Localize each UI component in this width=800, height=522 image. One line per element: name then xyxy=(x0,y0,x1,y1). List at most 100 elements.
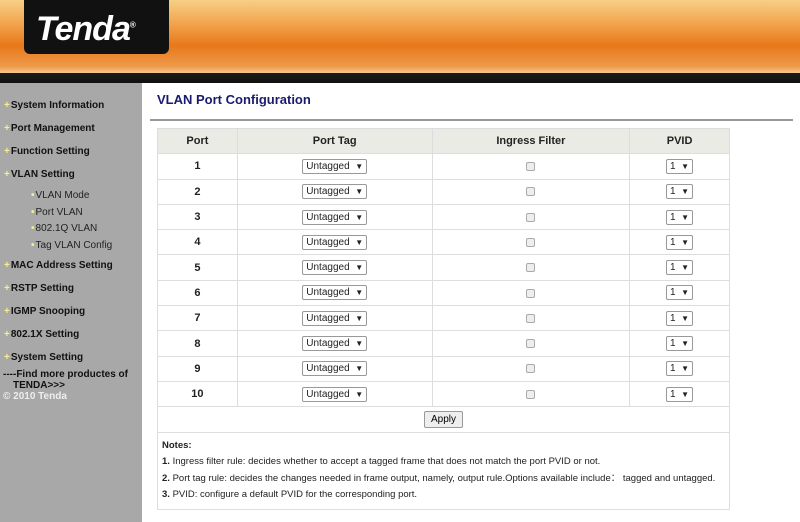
header-banner: Tenda® xyxy=(0,0,800,83)
sidebar-item-label: RSTP Setting xyxy=(10,283,74,294)
pvid-select[interactable]: 1 ▼ xyxy=(666,285,694,301)
page-title: VLAN Port Configuration xyxy=(157,92,311,107)
sidebar-item-label: IGMP Snooping xyxy=(10,306,86,317)
port-tag-select[interactable]: Untagged ▼ xyxy=(302,336,368,352)
sidebar-item-label: MAC Address Setting xyxy=(10,260,113,271)
pvid-select[interactable]: 1 ▼ xyxy=(666,310,694,326)
table-row: 5 Untagged ▼ 1 ▼ xyxy=(157,254,730,281)
sidebar-item[interactable]: •VLAN Mode xyxy=(31,190,89,201)
port-tag-select[interactable]: Untagged ▼ xyxy=(302,234,368,250)
sidebar-item[interactable]: +RSTP Setting xyxy=(4,283,74,294)
pvid-value: 1 xyxy=(670,363,676,375)
sidebar-item[interactable]: +System Information xyxy=(4,100,104,111)
port-number: 1 xyxy=(157,153,238,180)
pvid-select[interactable]: 1 ▼ xyxy=(666,336,694,352)
port-tag-value: Untagged xyxy=(306,236,350,248)
port-tag-select[interactable]: Untagged ▼ xyxy=(302,158,368,174)
sidebar-item-label: Function Setting xyxy=(10,146,90,157)
pvid-value: 1 xyxy=(670,186,676,198)
find-more-link[interactable]: ----Find more productes of TENDA>>> xyxy=(3,369,128,391)
sidebar-item[interactable]: •802.1Q VLAN xyxy=(31,223,97,234)
sidebar-item[interactable]: +IGMP Snooping xyxy=(4,306,85,317)
sidebar-item-label: VLAN Setting xyxy=(10,169,75,180)
notes-title: Notes: xyxy=(162,439,192,451)
table-row: 1 Untagged ▼ 1 ▼ xyxy=(157,153,730,180)
bullet-icon: • xyxy=(31,190,35,201)
note-number: 2. xyxy=(162,472,170,484)
pvid-select[interactable]: 1 ▼ xyxy=(666,386,694,402)
dropdown-arrow-icon: ▼ xyxy=(681,187,690,197)
port-tag-select[interactable]: Untagged ▼ xyxy=(302,184,368,200)
pvid-select[interactable]: 1 ▼ xyxy=(666,234,694,250)
pvid-select[interactable]: 1 ▼ xyxy=(666,209,694,225)
dropdown-arrow-icon: ▼ xyxy=(681,237,690,247)
ingress-filter-checkbox[interactable] xyxy=(526,389,536,399)
table-row: 2 Untagged ▼ 1 ▼ xyxy=(157,178,730,205)
port-tag-value: Untagged xyxy=(306,388,350,400)
ingress-filter-checkbox[interactable] xyxy=(526,288,536,298)
pvid-select[interactable]: 1 ▼ xyxy=(666,260,694,276)
port-tag-value: Untagged xyxy=(306,363,350,375)
sidebar-item[interactable]: +Function Setting xyxy=(4,146,90,157)
sidebar-item-label: VLAN Mode xyxy=(35,190,90,201)
pvid-value: 1 xyxy=(670,262,676,274)
ingress-filter-checkbox[interactable] xyxy=(526,162,536,172)
pvid-value: 1 xyxy=(670,338,676,350)
apply-button[interactable]: Apply xyxy=(423,410,463,428)
bullet-icon: + xyxy=(4,283,10,294)
note-text: PVID: configure a default PVID for the c… xyxy=(169,489,418,501)
table-row: 4 Untagged ▼ 1 ▼ xyxy=(157,229,730,256)
table-row: 8 Untagged ▼ 1 ▼ xyxy=(157,330,730,357)
port-tag-value: Untagged xyxy=(306,262,350,274)
ingress-filter-checkbox[interactable] xyxy=(526,187,536,197)
dropdown-arrow-icon: ▼ xyxy=(681,389,690,399)
notes-section: Notes: 1. Ingress filter rule: decides wh… xyxy=(157,431,730,510)
port-tag-select[interactable]: Untagged ▼ xyxy=(302,209,368,225)
sidebar-item[interactable]: +VLAN Setting xyxy=(4,169,75,180)
port-tag-value: Untagged xyxy=(306,160,350,172)
sidebar-item[interactable]: •Port VLAN xyxy=(31,207,83,218)
port-number: 10 xyxy=(157,380,238,408)
port-number: 7 xyxy=(157,305,238,332)
sidebar-item[interactable]: +MAC Address Setting xyxy=(4,260,113,271)
pvid-select[interactable]: 1 ▼ xyxy=(666,361,694,377)
port-tag-select[interactable]: Untagged ▼ xyxy=(302,260,368,276)
bullet-icon: • xyxy=(31,207,35,218)
port-tag-select[interactable]: Untagged ▼ xyxy=(302,285,368,301)
port-tag-select[interactable]: Untagged ▼ xyxy=(302,386,368,402)
ingress-filter-checkbox[interactable] xyxy=(526,364,536,374)
port-number: 4 xyxy=(157,229,238,256)
ingress-filter-checkbox[interactable] xyxy=(526,237,536,247)
ingress-filter-checkbox[interactable] xyxy=(526,313,536,323)
port-number: 5 xyxy=(157,254,238,281)
port-tag-select[interactable]: Untagged ▼ xyxy=(302,310,368,326)
port-number: 2 xyxy=(157,178,238,205)
dropdown-arrow-icon: ▼ xyxy=(681,212,690,222)
dropdown-arrow-icon: ▼ xyxy=(355,161,364,171)
pvid-select[interactable]: 1 ▼ xyxy=(666,184,694,200)
port-tag-select[interactable]: Untagged ▼ xyxy=(302,361,368,377)
ingress-filter-checkbox[interactable] xyxy=(526,339,536,349)
sidebar-item-label: 802.1Q VLAN xyxy=(35,223,98,234)
sidebar-item-label: 802.1X Setting xyxy=(10,329,80,340)
sidebar-item-label: Port VLAN xyxy=(35,207,83,218)
pvid-select[interactable]: 1 ▼ xyxy=(666,158,694,174)
ingress-filter-checkbox[interactable] xyxy=(526,263,536,273)
dropdown-arrow-icon: ▼ xyxy=(355,237,364,247)
sidebar-item[interactable]: +Port Management xyxy=(4,123,95,134)
note-item: 3. PVID: configure a default PVID for th… xyxy=(162,487,725,504)
sidebar-item[interactable]: +System Setting xyxy=(4,352,83,363)
sidebar-item[interactable]: +802.1X Setting xyxy=(4,329,79,340)
pvid-value: 1 xyxy=(670,211,676,223)
port-number: 9 xyxy=(157,355,238,382)
column-header: Port xyxy=(157,127,238,155)
sidebar-item-label: Tag VLAN Config xyxy=(35,240,113,251)
table-row: 6 Untagged ▼ 1 ▼ xyxy=(157,279,730,307)
bullet-icon: + xyxy=(4,329,10,340)
dropdown-arrow-icon: ▼ xyxy=(355,339,364,349)
port-tag-value: Untagged xyxy=(306,338,350,350)
sidebar-item[interactable]: •Tag VLAN Config xyxy=(31,240,112,251)
dropdown-arrow-icon: ▼ xyxy=(355,389,364,399)
copyright: © 2010 Tenda xyxy=(3,391,67,402)
ingress-filter-checkbox[interactable] xyxy=(526,212,536,222)
